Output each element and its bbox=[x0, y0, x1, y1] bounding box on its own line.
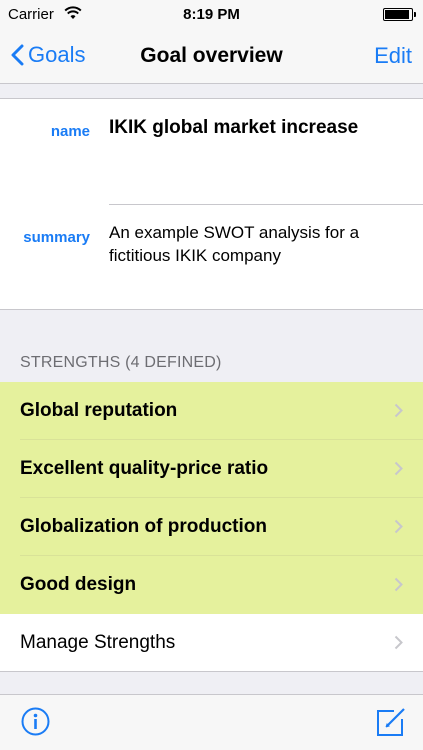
status-bar: Carrier 8:19 PM bbox=[0, 0, 423, 30]
goal-summary[interactable]: An example SWOT analysis for a fictitiou… bbox=[109, 221, 409, 267]
compose-icon[interactable] bbox=[375, 706, 407, 738]
strength-label: Globalization of production bbox=[20, 516, 267, 537]
chevron-right-icon bbox=[394, 403, 403, 418]
name-label: name bbox=[50, 123, 90, 140]
strength-row[interactable]: Excellent quality-price ratio bbox=[0, 440, 423, 498]
strength-row[interactable]: Global reputation bbox=[0, 382, 423, 440]
manage-strengths-row[interactable]: Manage Strengths bbox=[0, 614, 423, 672]
strength-label: Global reputation bbox=[20, 400, 178, 421]
battery-icon bbox=[383, 8, 416, 21]
edit-button[interactable]: Edit bbox=[374, 43, 412, 69]
page-title: Goal overview bbox=[140, 44, 283, 67]
strength-row[interactable]: Good design bbox=[0, 556, 423, 614]
strength-label: Excellent quality-price ratio bbox=[20, 458, 269, 479]
chevron-right-icon bbox=[394, 635, 403, 650]
manage-strengths-label: Manage Strengths bbox=[20, 631, 176, 653]
strength-row[interactable]: Globalization of production bbox=[0, 498, 423, 556]
summary-label: summary bbox=[23, 229, 90, 246]
strength-label: Good design bbox=[20, 574, 137, 595]
strengths-list: Global reputation Excellent quality-pric… bbox=[0, 382, 423, 672]
goal-name[interactable]: IKIK global market increase bbox=[109, 117, 358, 139]
goal-info-card: name IKIK global market increase summary… bbox=[0, 98, 423, 310]
bottom-toolbar bbox=[0, 694, 423, 750]
strengths-section-header: STRENGTHS (4 DEFINED) bbox=[20, 354, 222, 371]
divider bbox=[109, 204, 423, 205]
info-circle-icon[interactable] bbox=[21, 707, 50, 736]
navigation-bar: Goals Goal overview Edit bbox=[0, 30, 423, 84]
chevron-right-icon bbox=[394, 519, 403, 534]
clock: 8:19 PM bbox=[183, 6, 240, 23]
chevron-right-icon bbox=[394, 461, 403, 476]
chevron-right-icon bbox=[394, 577, 403, 592]
